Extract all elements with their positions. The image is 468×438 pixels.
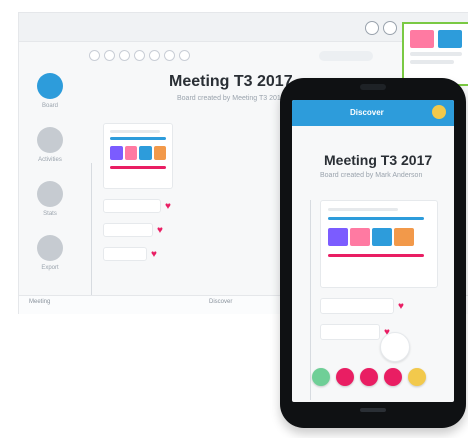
sidebar-item-label: Stats	[43, 211, 57, 217]
thumbnail-image	[410, 30, 434, 48]
page-title: Meeting T3 2017	[169, 73, 293, 90]
desktop-top-bar	[19, 13, 468, 42]
preview-thumbnail[interactable]	[402, 22, 468, 86]
text-fab-icon[interactable]	[336, 368, 354, 386]
chat-rows: ♥ ♥ ♥	[103, 199, 171, 261]
sidebar-export-icon[interactable]	[37, 235, 63, 261]
toolbar-icon[interactable]	[119, 50, 130, 61]
avatar[interactable]	[432, 105, 446, 119]
board-card[interactable]	[320, 200, 438, 288]
heart-icon[interactable]: ♥	[165, 201, 171, 212]
toolbar-icon[interactable]	[89, 50, 100, 61]
bottom-right-label: Discover	[209, 299, 233, 305]
photo-thumb	[328, 228, 348, 246]
sidebar-activities-icon[interactable]	[37, 127, 63, 153]
chat-bubble[interactable]	[103, 223, 153, 237]
toolbar-icon[interactable]	[134, 50, 145, 61]
toolbar-icon[interactable]	[164, 50, 175, 61]
page-subtitle: Board created by Meeting T3 2017	[177, 95, 285, 102]
sidebar-stats-icon[interactable]	[37, 181, 63, 207]
thumbnail-line	[410, 52, 462, 56]
heart-icon[interactable]: ♥	[151, 249, 157, 260]
gift-fab-icon[interactable]	[384, 368, 402, 386]
edit-fab-icon[interactable]	[408, 368, 426, 386]
phone-screen: Discover Meeting T3 2017 Board created b…	[292, 100, 454, 402]
card-image-strip	[110, 146, 166, 160]
toolbar-icon[interactable]	[179, 50, 190, 61]
timeline	[310, 200, 311, 400]
photo-thumb	[139, 146, 152, 160]
add-button[interactable]	[380, 332, 410, 362]
sidebar-item-label: Export	[41, 265, 59, 271]
chat-row: ♥	[103, 247, 171, 261]
phone-device: Discover Meeting T3 2017 Board created b…	[280, 78, 466, 428]
sidebar: Board Activities Stats Export	[27, 73, 73, 293]
chat-row: ♥	[103, 223, 171, 237]
top-icons	[365, 21, 397, 35]
location-fab-icon[interactable]	[360, 368, 378, 386]
photo-thumb	[350, 228, 370, 246]
chat-bubble[interactable]	[103, 247, 147, 261]
thumbnail-line	[410, 60, 454, 64]
photo-thumb	[394, 228, 414, 246]
phone-page-title: Meeting T3 2017	[324, 152, 433, 168]
bottom-left-label: Meeting	[29, 299, 51, 305]
card-accent-line	[328, 254, 424, 257]
phone-page-subtitle: Board created by Mark Anderson	[320, 172, 423, 179]
phone-top-title: Discover	[350, 108, 384, 117]
sidebar-board-icon[interactable]	[37, 73, 63, 99]
chat-bubble[interactable]	[320, 298, 394, 314]
card-image-strip	[328, 228, 430, 246]
chat-fab-icon[interactable]	[312, 368, 330, 386]
chat-row: ♥	[103, 199, 171, 213]
timeline	[91, 163, 92, 308]
phone-action-buttons	[312, 368, 426, 386]
toolbar-icons	[89, 50, 190, 61]
toolbar-icon[interactable]	[104, 50, 115, 61]
photo-thumb	[110, 146, 123, 160]
photo-thumb	[124, 146, 137, 160]
thumbnail-image	[438, 30, 462, 48]
chat-bubble[interactable]	[103, 199, 161, 213]
chat-row: ♥	[320, 298, 404, 314]
sidebar-item-label: Board	[41, 103, 58, 109]
board-card[interactable]	[103, 123, 173, 189]
heart-icon[interactable]: ♥	[398, 301, 404, 312]
phone-home-bar	[360, 408, 386, 412]
settings-icon[interactable]	[383, 21, 397, 35]
sidebar-item-label: Activities	[38, 157, 62, 163]
photo-thumb	[153, 146, 166, 160]
toolbar-icon[interactable]	[149, 50, 160, 61]
heart-icon[interactable]: ♥	[157, 225, 163, 236]
card-accent-line	[110, 166, 166, 169]
photo-thumb	[372, 228, 392, 246]
search-input[interactable]	[319, 51, 373, 61]
profile-icon[interactable]	[365, 21, 379, 35]
chat-bubble[interactable]	[320, 324, 380, 340]
phone-speaker	[360, 84, 386, 90]
